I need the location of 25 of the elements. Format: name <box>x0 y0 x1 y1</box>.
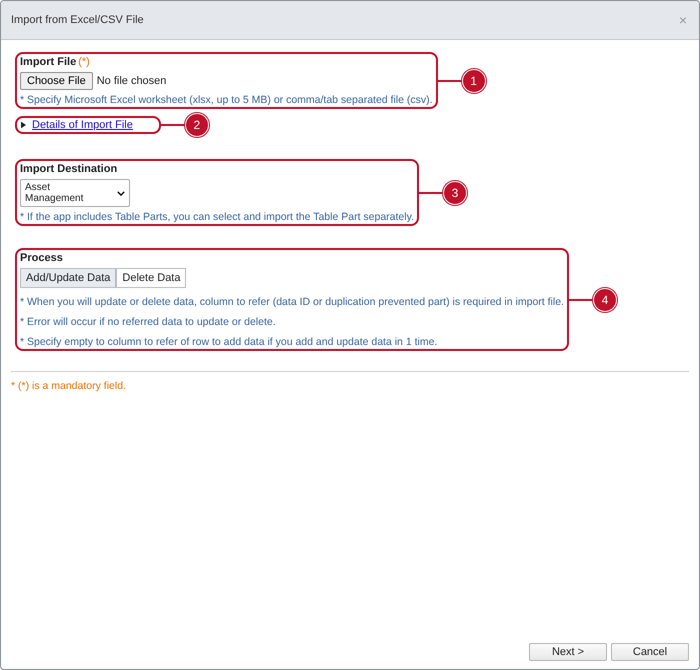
callout-number: 2 <box>184 113 209 137</box>
field-label: Import Destination <box>20 163 118 175</box>
process-option-button[interactable]: Delete Data <box>116 268 186 288</box>
details-link[interactable]: Details of Import File <box>32 119 133 131</box>
hint-text: * When you will update or delete data, column to refer (data ID or duplication prevented part) is required in import file. <box>20 296 564 308</box>
required-mark: (*) <box>78 56 90 68</box>
chevron-down-icon <box>117 190 125 196</box>
field-label: Process <box>20 252 63 264</box>
process-option-button[interactable]: Add/Update Data <box>20 268 116 288</box>
file-status: No file chosen <box>96 75 166 87</box>
choose-file-button[interactable]: Choose File <box>20 72 93 90</box>
callout-number: 1 <box>462 68 486 92</box>
expand-triangle-icon[interactable] <box>21 121 26 129</box>
callout-number: 4 <box>592 288 617 312</box>
window-title: Import from Excel/CSV File <box>11 14 144 26</box>
dialog-button[interactable]: Cancel <box>611 643 689 661</box>
hint-text: * Error will occur if no referred data to update or delete. <box>20 316 276 328</box>
field-label: Import File <box>20 56 76 68</box>
mandatory-note: * (*) is a mandatory field. <box>11 380 127 392</box>
hint-text: * Specify Microsoft Excel worksheet (xlsx, up to 5 MB) or comma/tab separated file (csv). <box>20 94 433 106</box>
dialog-button[interactable]: Next > <box>529 643 607 661</box>
callout-number: 3 <box>442 180 467 204</box>
hint-text: * Specify empty to column to refer of row to add data if you add and update data in 1 time. <box>20 336 438 348</box>
destination-dropdown[interactable]: Asset Management <box>20 179 130 207</box>
hint-text: * If the app includes Table Parts, you can select and import the Table Part separately. <box>20 211 414 223</box>
